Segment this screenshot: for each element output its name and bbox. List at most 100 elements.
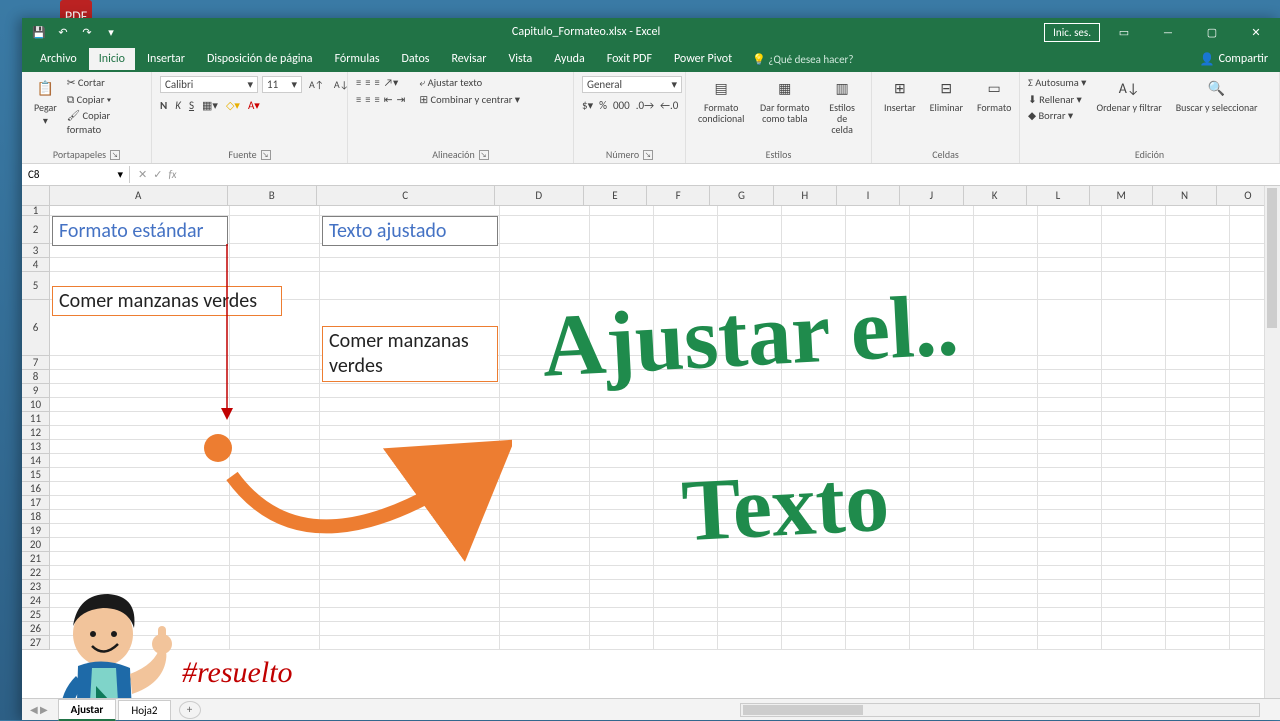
qat-dropdown-icon[interactable]: ▾: [102, 23, 120, 41]
col-header-h[interactable]: H: [774, 186, 837, 206]
cell-c2[interactable]: Texto ajustado: [322, 216, 498, 246]
share-button[interactable]: 👤 Compartir: [1200, 52, 1268, 67]
row-header[interactable]: 26: [22, 622, 50, 636]
row-header[interactable]: 22: [22, 566, 50, 580]
find-select-button[interactable]: 🔍Buscar y seleccionar: [1172, 76, 1262, 115]
row-header[interactable]: 1: [22, 206, 50, 216]
row-header[interactable]: 21: [22, 552, 50, 566]
row-header[interactable]: 15: [22, 468, 50, 482]
conditional-format-button[interactable]: ▤Formato condicional: [694, 76, 748, 126]
row-header[interactable]: 20: [22, 538, 50, 552]
col-header-d[interactable]: D: [495, 186, 584, 206]
font-color-button[interactable]: A▾: [248, 99, 260, 112]
row-header[interactable]: 25: [22, 608, 50, 622]
row-header[interactable]: 17: [22, 496, 50, 510]
autosum-button[interactable]: Σ Autosuma ▾: [1028, 76, 1086, 90]
fill-color-button[interactable]: ◇▾: [226, 99, 240, 112]
row-header[interactable]: 4: [22, 258, 50, 272]
row-header[interactable]: 9: [22, 384, 50, 398]
row-header[interactable]: 8: [22, 370, 50, 384]
row-header[interactable]: 19: [22, 524, 50, 538]
tab-ayuda[interactable]: Ayuda: [544, 48, 595, 70]
underline-button[interactable]: S: [189, 99, 194, 112]
col-header-i[interactable]: I: [837, 186, 900, 206]
tell-me-search[interactable]: 💡 ¿Qué desea hacer?: [752, 53, 853, 66]
fill-button[interactable]: ⬇ Rellenar ▾: [1028, 93, 1086, 107]
row-header[interactable]: 11: [22, 412, 50, 426]
italic-button[interactable]: K: [175, 99, 181, 112]
insert-cells-button[interactable]: ⊞Insertar: [880, 76, 920, 115]
cell-a5[interactable]: Comer manzanas verdes: [52, 286, 282, 316]
tab-powerpivot[interactable]: Power Pivot: [664, 48, 742, 70]
col-header-f[interactable]: F: [647, 186, 710, 206]
vertical-scrollbar[interactable]: [1264, 186, 1280, 698]
hscroll-thumb[interactable]: [743, 705, 863, 715]
delete-cells-button[interactable]: ⊟Eliminar: [926, 76, 967, 115]
tab-datos[interactable]: Datos: [392, 48, 440, 70]
number-format-combo[interactable]: General▾: [582, 76, 682, 93]
col-header-m[interactable]: M: [1090, 186, 1153, 206]
tab-foxit[interactable]: Foxit PDF: [597, 48, 662, 70]
row-header[interactable]: 14: [22, 454, 50, 468]
row-header[interactable]: 5: [22, 272, 50, 300]
row-header[interactable]: 2: [22, 216, 50, 244]
font-size-combo[interactable]: 11▾: [262, 76, 302, 93]
close-button[interactable]: ✕: [1236, 19, 1276, 45]
col-header-g[interactable]: G: [710, 186, 773, 206]
cell-c6[interactable]: Comer manzanas verdes: [322, 326, 498, 382]
align-middle-button[interactable]: ≡: [365, 76, 370, 90]
wrap-text-button[interactable]: ⤶ Ajustar texto: [419, 76, 520, 90]
comma-button[interactable]: 000: [613, 99, 630, 112]
horizontal-scrollbar[interactable]: [740, 703, 1260, 717]
save-icon[interactable]: 💾: [30, 23, 48, 41]
col-header-l[interactable]: L: [1027, 186, 1090, 206]
bold-button[interactable]: N: [160, 99, 167, 112]
decrease-decimal-button[interactable]: ←.0: [660, 99, 678, 112]
alignment-launcher-icon[interactable]: ↘: [479, 150, 489, 160]
col-header-j[interactable]: J: [900, 186, 963, 206]
format-table-button[interactable]: ▦Dar formato como tabla: [754, 76, 815, 126]
minimize-button[interactable]: —: [1148, 19, 1188, 45]
enter-formula-icon[interactable]: ✓: [153, 168, 162, 181]
redo-icon[interactable]: ↷: [78, 23, 96, 41]
format-painter-button[interactable]: 🖌 Copiar formato: [67, 109, 143, 136]
cut-button[interactable]: ✂ Cortar: [67, 76, 143, 90]
row-header[interactable]: 7: [22, 356, 50, 370]
increase-decimal-button[interactable]: .0→: [636, 99, 654, 112]
row-header[interactable]: 10: [22, 398, 50, 412]
percent-button[interactable]: %: [599, 99, 607, 112]
tab-revisar[interactable]: Revisar: [441, 48, 496, 70]
col-header-b[interactable]: B: [228, 186, 317, 206]
sort-filter-button[interactable]: A↓Ordenar y filtrar: [1092, 76, 1165, 115]
font-name-combo[interactable]: Calibri▾: [160, 76, 258, 93]
tab-archivo[interactable]: Archivo: [30, 48, 87, 70]
currency-button[interactable]: $▾: [582, 99, 593, 112]
align-bottom-button[interactable]: ≡: [374, 76, 379, 90]
col-header-e[interactable]: E: [584, 186, 647, 206]
align-top-button[interactable]: ≡: [356, 76, 361, 90]
increase-indent-button[interactable]: ⇥: [397, 93, 406, 107]
col-header-c[interactable]: C: [317, 186, 495, 206]
login-button[interactable]: Inic. ses.: [1044, 23, 1100, 42]
orientation-button[interactable]: ↗▾: [384, 76, 399, 90]
sheet-tab-hoja2[interactable]: Hoja2: [118, 700, 170, 720]
col-header-a[interactable]: A: [50, 186, 228, 206]
row-header[interactable]: 24: [22, 594, 50, 608]
increase-font-button[interactable]: A↑: [306, 77, 327, 92]
fx-icon[interactable]: fx: [168, 168, 176, 181]
new-sheet-button[interactable]: +: [179, 701, 201, 719]
vscroll-thumb[interactable]: [1267, 188, 1277, 328]
row-header[interactable]: 27: [22, 636, 50, 650]
border-button[interactable]: ▦▾: [202, 99, 218, 112]
cell-styles-button[interactable]: ▥Estilos de celda: [821, 76, 863, 137]
clipboard-launcher-icon[interactable]: ↘: [110, 150, 120, 160]
ribbon-options-icon[interactable]: ▭: [1104, 19, 1144, 45]
tab-formulas[interactable]: Fórmulas: [325, 48, 390, 70]
row-header[interactable]: 13: [22, 440, 50, 454]
col-header-n[interactable]: N: [1153, 186, 1216, 206]
formula-input[interactable]: [185, 173, 1280, 177]
select-all-corner[interactable]: [22, 186, 50, 206]
maximize-button[interactable]: ▢: [1192, 19, 1232, 45]
name-box[interactable]: C8▾: [22, 166, 130, 183]
row-header[interactable]: 18: [22, 510, 50, 524]
